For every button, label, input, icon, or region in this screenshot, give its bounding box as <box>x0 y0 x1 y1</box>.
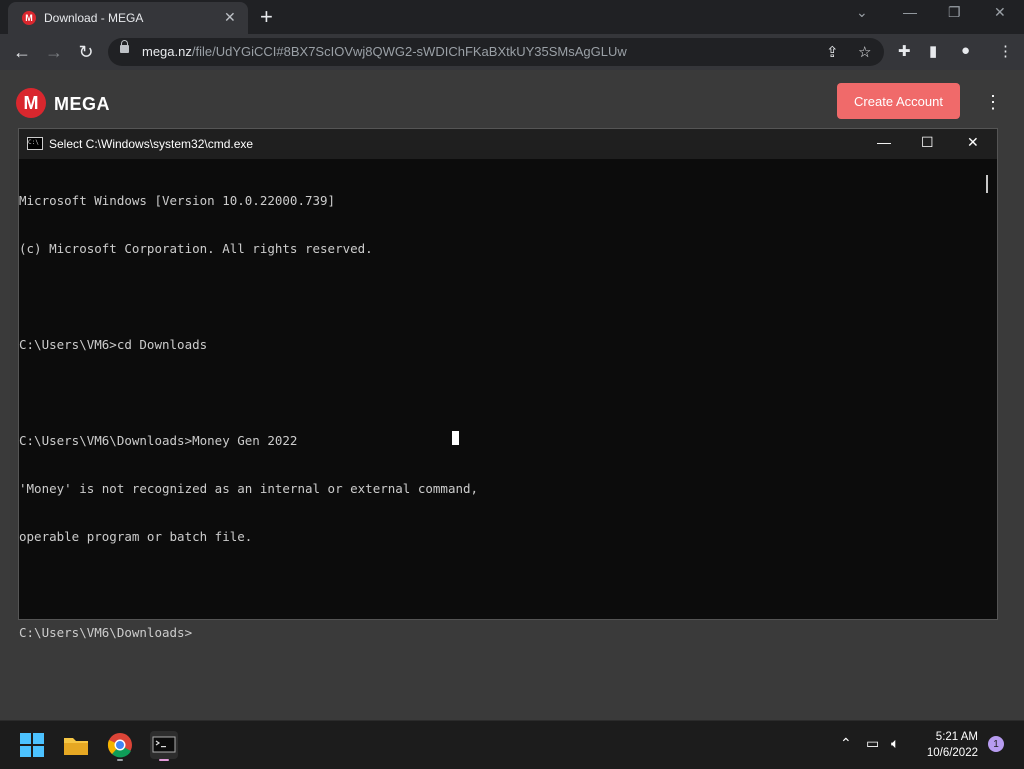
taskbar: ⌃ ▭ 🔈︎ 5:21 AM 10/6/2022 1 <box>0 720 1024 769</box>
url-text[interactable]: mega.nz/file/UdYGiCCI#8BX7ScIOVwj8QWG2-s… <box>142 44 627 59</box>
text-cursor <box>452 431 459 445</box>
cmd-title: Select C:\Windows\system32\cmd.exe <box>49 137 254 151</box>
mega-logo-icon[interactable]: M <box>16 88 46 118</box>
share-icon[interactable]: ⇪ <box>826 43 839 61</box>
profile-icon[interactable]: ● <box>961 42 970 59</box>
console-line: C:\Users\VM6\Downloads>Money Gen 2022 <box>19 433 298 448</box>
tab-title: Download - MEGA <box>44 11 144 25</box>
console-scrollbar[interactable] <box>986 175 988 193</box>
restore-icon[interactable]: ❐ <box>948 4 961 21</box>
mega-favicon-icon: M <box>22 11 36 25</box>
url-host: mega.nz <box>142 44 192 59</box>
taskbar-clock[interactable]: 5:21 AM 10/6/2022 <box>920 729 978 761</box>
close-window-icon[interactable]: ✕ <box>994 4 1006 21</box>
forward-icon[interactable]: → <box>42 40 66 64</box>
cmd-maximize-icon[interactable]: ☐ <box>921 134 934 151</box>
cmd-window[interactable]: C:\ Select C:\Windows\system32\cmd.exe —… <box>18 128 998 640</box>
console-line: operable program or batch file. <box>19 529 253 544</box>
cmd-minimize-icon[interactable]: — <box>877 134 891 150</box>
console-line: C:\Users\VM6>cd Downloads <box>19 337 208 352</box>
windows-start-icon[interactable] <box>16 729 48 761</box>
browser-menu-icon[interactable]: ⋮ <box>998 42 1013 60</box>
reload-icon[interactable]: ↻ <box>74 40 98 64</box>
console-line: (c) Microsoft Corporation. All rights re… <box>19 241 373 256</box>
back-icon[interactable]: ← <box>10 40 34 64</box>
cmd-taskbar-icon[interactable] <box>148 729 180 761</box>
address-bar[interactable]: mega.nz/file/UdYGiCCI#8BX7ScIOVwj8QWG2-s… <box>108 38 884 66</box>
cmd-close-icon[interactable]: ✕ <box>967 134 979 151</box>
tray-chevron-up-icon[interactable]: ⌃ <box>840 735 852 752</box>
tab-close-icon[interactable]: ✕ <box>224 9 236 26</box>
sidepanel-icon[interactable]: ▮ <box>929 42 937 60</box>
extensions-icon[interactable]: ✚ <box>898 42 911 60</box>
notification-badge[interactable]: 1 <box>988 736 1004 752</box>
console-line: C:\Users\VM6\Downloads> <box>19 625 193 640</box>
console-line: 'Money' is not recognized as an internal… <box>19 481 479 496</box>
network-icon[interactable]: ▭ <box>866 735 879 752</box>
volume-icon[interactable]: 🔈︎ <box>891 735 899 752</box>
create-account-button[interactable]: Create Account <box>837 83 960 119</box>
chrome-icon[interactable] <box>104 729 136 761</box>
lock-icon[interactable] <box>120 40 129 53</box>
cmd-app-icon: C:\ <box>27 137 43 150</box>
mega-brand-name[interactable]: MEGA <box>54 94 110 115</box>
clock-time: 5:21 AM <box>935 731 978 743</box>
new-tab-icon[interactable]: + <box>260 4 273 30</box>
minimize-icon[interactable]: — <box>903 4 917 20</box>
console-output[interactable]: Microsoft Windows [Version 10.0.22000.73… <box>19 161 979 640</box>
page-menu-icon[interactable]: ⋮ <box>984 92 1002 113</box>
url-path: /file/UdYGiCCI#8BX7ScIOVwj8QWG2-sWDIChFK… <box>191 44 627 59</box>
browser-toolbar: ← → ↻ mega.nz/file/UdYGiCCI#8BX7ScIOVwj8… <box>0 34 1024 70</box>
tab-download-mega[interactable]: M Download - MEGA ✕ <box>8 2 248 34</box>
console-line: Microsoft Windows [Version 10.0.22000.73… <box>19 193 336 208</box>
star-icon[interactable]: ☆ <box>858 43 871 61</box>
tab-search-chevron-icon[interactable]: ⌄ <box>856 4 868 21</box>
cmd-titlebar[interactable]: C:\ Select C:\Windows\system32\cmd.exe —… <box>19 129 997 159</box>
file-explorer-icon[interactable] <box>60 729 92 761</box>
browser-tabstrip: M Download - MEGA ✕ + ⌄ — ❐ ✕ <box>0 0 1024 34</box>
clock-date: 10/6/2022 <box>926 747 978 759</box>
